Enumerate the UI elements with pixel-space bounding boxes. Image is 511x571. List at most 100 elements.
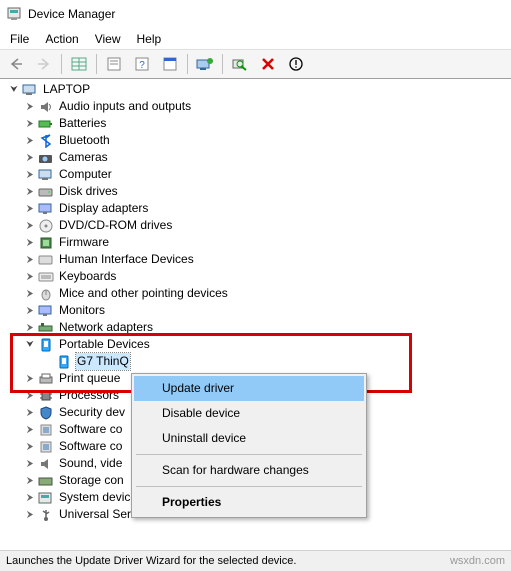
expand-icon[interactable]: ⮞ [24,404,36,421]
category-label: Print queue [58,370,121,387]
expand-icon[interactable]: ⮞ [24,115,36,132]
category-row[interactable]: ⮞Monitors [6,302,511,319]
menu-scan-hardware[interactable]: Scan for hardware changes [134,458,364,483]
device-category-icon [38,405,54,421]
expand-icon[interactable]: ⮞ [24,387,36,404]
category-row[interactable]: ⮞Display adapters [6,200,511,217]
expand-icon[interactable]: ⮞ [24,132,36,149]
category-row[interactable]: ⮞DVD/CD-ROM drives [6,217,511,234]
category-row[interactable]: ⮞ Mice and other pointing devices [6,285,511,302]
toolbar-disable-icon[interactable] [283,51,309,77]
device-category-icon [38,116,54,132]
device-category-icon [38,218,54,234]
device-category-icon [38,490,54,506]
expand-icon[interactable]: ⮞ [24,285,36,302]
toolbar-properties-icon[interactable] [101,51,127,77]
device-category-icon [38,371,54,387]
toolbar-grid-icon[interactable] [66,51,92,77]
device-category-icon [38,133,54,149]
expand-icon[interactable]: ⮞ [24,489,36,506]
menu-separator [136,454,362,455]
category-label: Storage con [58,472,125,489]
category-row[interactable]: ⮞Cameras [6,149,511,166]
expand-icon[interactable]: ⮞ [24,421,36,438]
device-category-icon [38,150,54,166]
menu-properties[interactable]: Properties [134,490,364,515]
device-category-icon [38,235,54,251]
category-row[interactable]: ⮞Disk drives [6,183,511,200]
device-category-icon [38,320,54,336]
device-category-icon [38,184,54,200]
device-category-icon [38,439,54,455]
back-button[interactable] [3,51,29,77]
category-label: Keyboards [58,268,117,285]
menu-view[interactable]: View [87,30,129,48]
device-g7-thinq[interactable]: G7 ThinQ [6,353,511,370]
menu-help[interactable]: Help [129,30,170,48]
category-label: Software co [58,421,123,438]
category-row[interactable]: ⮞ Human Interface Devices [6,251,511,268]
category-label: Batteries [58,115,107,132]
expand-icon[interactable]: ⮞ [24,302,36,319]
category-label: Sound, vide [58,455,123,472]
device-category-icon [38,473,54,489]
toolbar-help-icon[interactable]: ? [129,51,155,77]
forward-button[interactable] [31,51,57,77]
category-row[interactable]: ⮞Firmware [6,234,511,251]
expand-icon[interactable]: ⮞ [24,438,36,455]
menu-file[interactable]: File [2,30,37,48]
category-row[interactable]: ⮞ Batteries [6,115,511,132]
menu-update-driver[interactable]: Update driver [134,376,364,401]
device-category-icon [38,303,54,319]
toolbar-scan-icon[interactable] [227,51,253,77]
expand-icon[interactable]: ⮞ [24,319,36,336]
expand-icon[interactable]: ⮟ [24,336,36,353]
expand-icon[interactable]: ⮞ [24,200,36,217]
expand-icon[interactable]: ⮞ [24,472,36,489]
category-label: Software co [58,438,123,455]
device-category-icon [38,99,54,115]
toolbar-sheet-icon[interactable] [157,51,183,77]
menu-uninstall-device[interactable]: Uninstall device [134,426,364,451]
toolbar-uninstall-icon[interactable] [255,51,281,77]
category-label: Computer [58,166,113,183]
device-tree[interactable]: ⮟ LAPTOP ⮞ Audio inputs and outputs ⮞ Batte… [0,79,511,523]
device-category-icon [38,507,54,523]
category-label: Mice and other pointing devices [58,285,229,302]
expand-icon[interactable]: ⮞ [24,166,36,183]
expand-icon[interactable]: ⮞ [24,234,36,251]
device-category-icon [38,167,54,183]
expand-icon[interactable]: ⮞ [24,268,36,285]
expand-icon[interactable]: ⮞ [24,251,36,268]
category-row[interactable]: ⮞Network adapters [6,319,511,336]
menu-bar: File Action View Help [0,29,511,49]
expand-icon[interactable]: ⮞ [24,370,36,387]
expand-icon[interactable]: ⮞ [24,149,36,166]
expand-icon[interactable]: ⮞ [24,183,36,200]
expand-icon[interactable]: ⮞ [24,98,36,115]
expand-icon[interactable]: ⮞ [24,217,36,234]
category-row[interactable]: ⮞ Computer [6,166,511,183]
menu-disable-device[interactable]: Disable device [134,401,364,426]
title-bar: Device Manager [0,0,511,29]
category-row[interactable]: ⮞ Keyboards [6,268,511,285]
toolbar-update-driver-icon[interactable] [192,51,218,77]
category-label: Human Interface Devices [58,251,195,268]
category-row[interactable]: ⮞Bluetooth [6,132,511,149]
window-title: Device Manager [28,7,115,21]
expand-icon[interactable]: ⮟ [8,81,20,98]
device-label: G7 ThinQ [76,353,130,370]
device-category-icon [38,388,54,404]
menu-action[interactable]: Action [37,30,86,48]
category-label: Security dev [58,404,126,421]
root-label: LAPTOP [42,81,91,98]
tree-root[interactable]: ⮟ LAPTOP [6,81,511,98]
status-bar: Launches the Update Driver Wizard for th… [0,550,511,571]
category-portable-devices[interactable]: ⮟ Portable Devices [6,336,511,353]
category-label: Audio inputs and outputs [58,98,192,115]
category-row[interactable]: ⮞ Audio inputs and outputs [6,98,511,115]
expand-icon[interactable]: ⮞ [24,455,36,472]
expand-icon[interactable]: ⮞ [24,506,36,523]
app-icon [6,6,22,22]
category-label: Portable Devices [58,336,151,353]
